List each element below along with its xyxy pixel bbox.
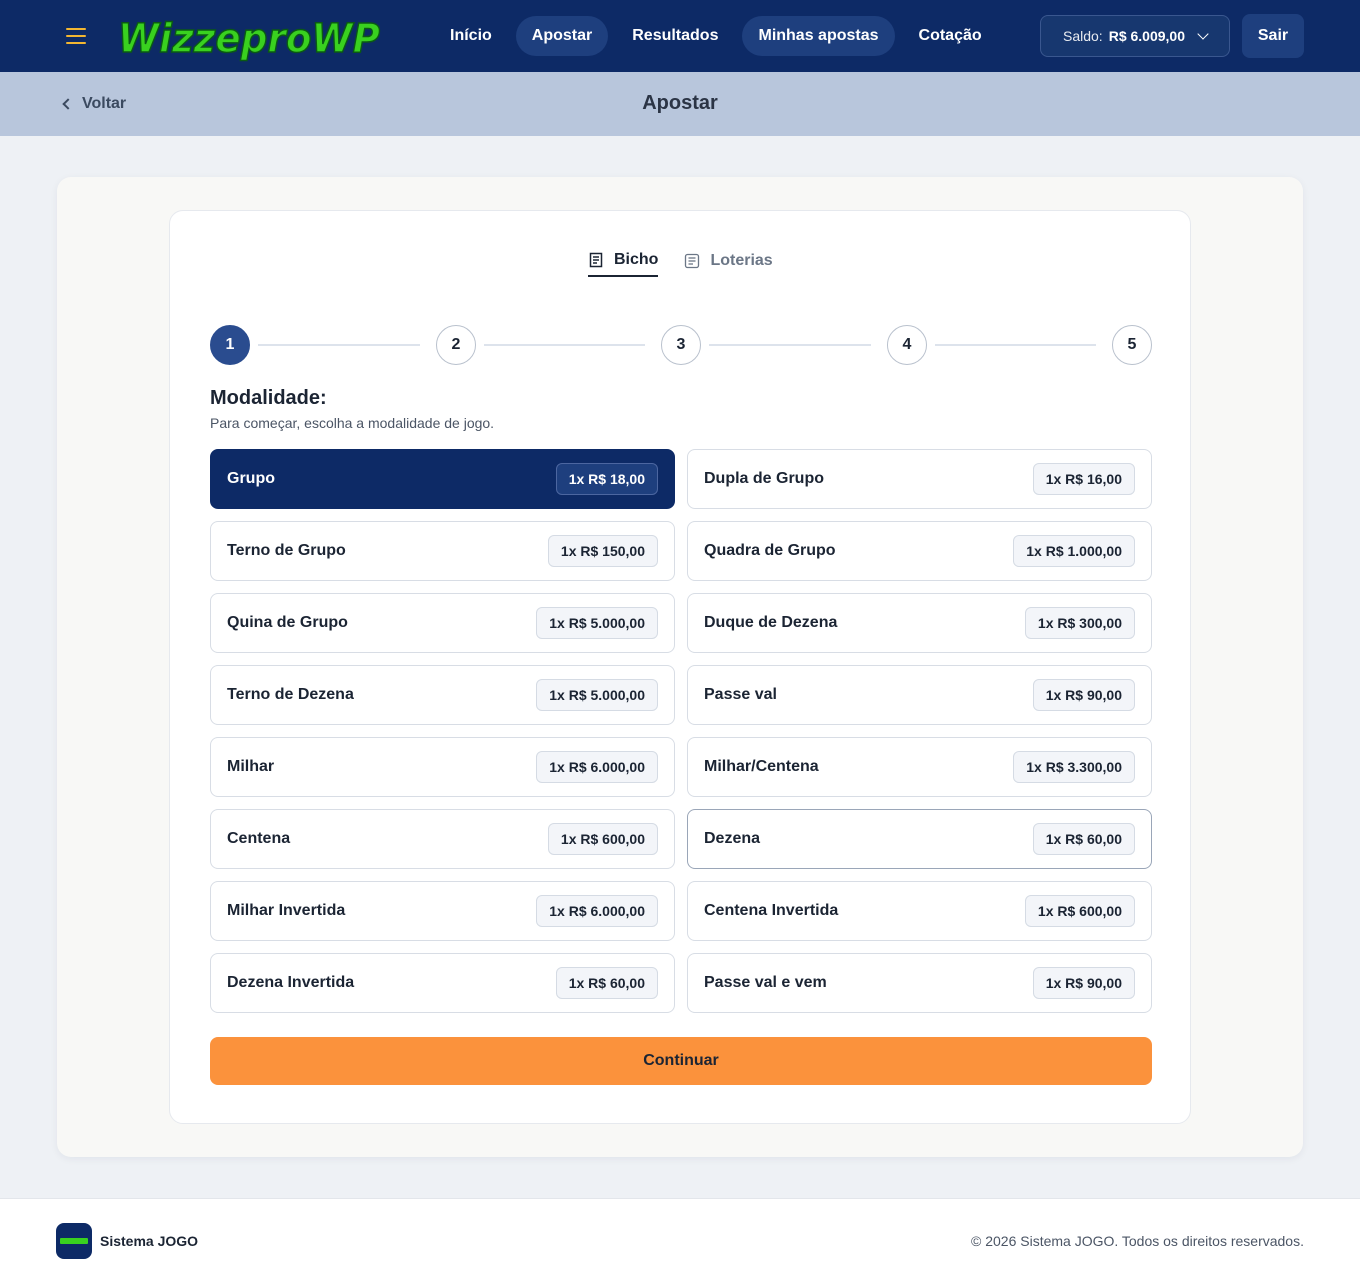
sub-header: Voltar Apostar xyxy=(0,72,1360,136)
page-title: Apostar xyxy=(642,92,718,114)
option-quadra-de-grupo[interactable]: Quadra de Grupo 1x R$ 1.000,00 xyxy=(687,521,1152,581)
option-price: 1x R$ 60,00 xyxy=(555,967,658,999)
option-price: 1x R$ 6.000,00 xyxy=(536,895,658,927)
option-quina-de-grupo[interactable]: Quina de Grupo 1x R$ 5.000,00 xyxy=(210,593,675,653)
option-milhar[interactable]: Milhar 1x R$ 6.000,00 xyxy=(210,737,675,797)
option-name: Dupla de Grupo xyxy=(704,470,824,487)
option-name: Milhar Invertida xyxy=(227,902,346,919)
receipt-icon xyxy=(589,252,603,268)
nav-inicio[interactable]: Início xyxy=(434,16,508,56)
option-name: Passe val xyxy=(704,686,777,703)
option-price: 1x R$ 16,00 xyxy=(1032,463,1135,495)
game-tabs: Bicho Loterias xyxy=(588,245,773,277)
step-connector xyxy=(484,344,645,346)
option-terno-de-grupo[interactable]: Terno de Grupo 1x R$ 150,00 xyxy=(210,521,675,581)
copyright-text: © 2026 Sistema JOGO. Todos os direitos r… xyxy=(971,1233,1304,1249)
main-nav: Início Apostar Resultados Minhas apostas… xyxy=(434,16,998,56)
option-price: 1x R$ 6.000,00 xyxy=(536,751,658,783)
tab-bicho-label: Bicho xyxy=(614,251,659,268)
option-price: 1x R$ 150,00 xyxy=(547,535,658,567)
top-navbar: WizzeproWP Início Apostar Resultados Min… xyxy=(0,0,1360,72)
nav-minhas-apostas[interactable]: Minhas apostas xyxy=(742,16,895,56)
footer-logo xyxy=(56,1223,92,1259)
option-name: Quadra de Grupo xyxy=(704,542,836,559)
option-name: Duque de Dezena xyxy=(704,614,838,631)
option-price: 1x R$ 3.300,00 xyxy=(1013,751,1135,783)
step-2[interactable]: 2 xyxy=(436,325,476,365)
footer-brand-name: Sistema JOGO xyxy=(100,1233,199,1249)
option-centena[interactable]: Centena 1x R$ 600,00 xyxy=(210,809,675,869)
step-4[interactable]: 4 xyxy=(887,325,927,365)
option-passe-val[interactable]: Passe val 1x R$ 90,00 xyxy=(687,665,1152,725)
option-price: 1x R$ 600,00 xyxy=(547,823,658,855)
option-price: 1x R$ 600,00 xyxy=(1024,895,1135,927)
tab-loterias-label: Loterias xyxy=(710,252,773,269)
nav-cotacao[interactable]: Cotação xyxy=(903,16,998,56)
section-title: Modalidade: xyxy=(210,387,327,409)
option-price: 1x R$ 90,00 xyxy=(1032,679,1135,711)
step-connector xyxy=(935,344,1096,346)
option-name: Passe val e vem xyxy=(704,974,827,991)
option-name: Centena xyxy=(227,830,291,847)
option-price: 1x R$ 1.000,00 xyxy=(1013,535,1135,567)
option-price: 1x R$ 90,00 xyxy=(1032,967,1135,999)
option-duque-de-dezena[interactable]: Duque de Dezena 1x R$ 300,00 xyxy=(687,593,1152,653)
footer: Sistema JOGO © 2026 Sistema JOGO. Todos … xyxy=(0,1198,1360,1283)
option-milhar-centena[interactable]: Milhar/Centena 1x R$ 3.300,00 xyxy=(687,737,1152,797)
main-card: Bicho Loterias 1 2 3 4 5 Modalidade: Par… xyxy=(57,177,1303,1157)
balance-dropdown[interactable]: Saldo: R$ 6.009,00 xyxy=(1040,15,1230,57)
footer-logo-mark xyxy=(60,1238,88,1244)
option-dezena[interactable]: Dezena 1x R$ 60,00 xyxy=(687,809,1152,869)
document-icon xyxy=(685,253,700,269)
option-price: 1x R$ 5.000,00 xyxy=(536,607,658,639)
option-name: Terno de Dezena xyxy=(227,686,354,703)
option-name: Quina de Grupo xyxy=(227,614,348,631)
option-name: Grupo xyxy=(227,470,275,487)
tab-bicho[interactable]: Bicho xyxy=(588,245,659,277)
option-milhar-invertida[interactable]: Milhar Invertida 1x R$ 6.000,00 xyxy=(210,881,675,941)
option-dupla-de-grupo[interactable]: Dupla de Grupo 1x R$ 16,00 xyxy=(687,449,1152,509)
option-price: 1x R$ 5.000,00 xyxy=(536,679,658,711)
option-centena-invertida[interactable]: Centena Invertida 1x R$ 600,00 xyxy=(687,881,1152,941)
balance-label: Saldo: xyxy=(1063,28,1103,44)
option-price: 1x R$ 18,00 xyxy=(555,463,658,495)
option-price: 1x R$ 60,00 xyxy=(1032,823,1135,855)
step-1[interactable]: 1 xyxy=(210,325,250,365)
section-subtitle: Para começar, escolha a modalidade de jo… xyxy=(210,415,495,431)
stepper: 1 2 3 4 5 xyxy=(210,325,1152,365)
nav-apostar[interactable]: Apostar xyxy=(515,16,609,56)
step-connector xyxy=(258,344,420,346)
option-name: Milhar xyxy=(227,758,275,775)
continue-button[interactable]: Continuar xyxy=(210,1037,1152,1085)
step-connector xyxy=(709,344,871,346)
option-passe-val-e-vem[interactable]: Passe val e vem 1x R$ 90,00 xyxy=(687,953,1152,1013)
nav-resultados[interactable]: Resultados xyxy=(616,16,734,56)
modality-grid: Grupo 1x R$ 18,00 Dupla de Grupo 1x R$ 16,… xyxy=(210,449,1152,1013)
hamburger-menu-icon[interactable] xyxy=(66,28,86,44)
tab-loterias[interactable]: Loterias xyxy=(684,245,773,277)
logout-button[interactable]: Sair xyxy=(1242,14,1304,58)
option-name: Dezena Invertida xyxy=(227,974,355,991)
step-3[interactable]: 3 xyxy=(661,325,701,365)
option-grupo[interactable]: Grupo 1x R$ 18,00 xyxy=(210,449,675,509)
option-name: Centena Invertida xyxy=(704,902,839,919)
option-price: 1x R$ 300,00 xyxy=(1024,607,1135,639)
bet-form-card: Bicho Loterias 1 2 3 4 5 Modalidade: Par… xyxy=(169,210,1191,1124)
option-name: Milhar/Centena xyxy=(704,758,819,775)
balance-value: R$ 6.009,00 xyxy=(1108,28,1185,44)
chevron-down-icon xyxy=(1197,28,1209,40)
logo[interactable]: WizzeproWP xyxy=(114,8,386,64)
option-terno-de-dezena[interactable]: Terno de Dezena 1x R$ 5.000,00 xyxy=(210,665,675,725)
option-name: Terno de Grupo xyxy=(227,542,346,559)
option-name: Dezena xyxy=(704,830,761,847)
logo-text: WizzeproWP xyxy=(118,16,380,62)
step-5[interactable]: 5 xyxy=(1112,325,1152,365)
option-dezena-invertida[interactable]: Dezena Invertida 1x R$ 60,00 xyxy=(210,953,675,1013)
